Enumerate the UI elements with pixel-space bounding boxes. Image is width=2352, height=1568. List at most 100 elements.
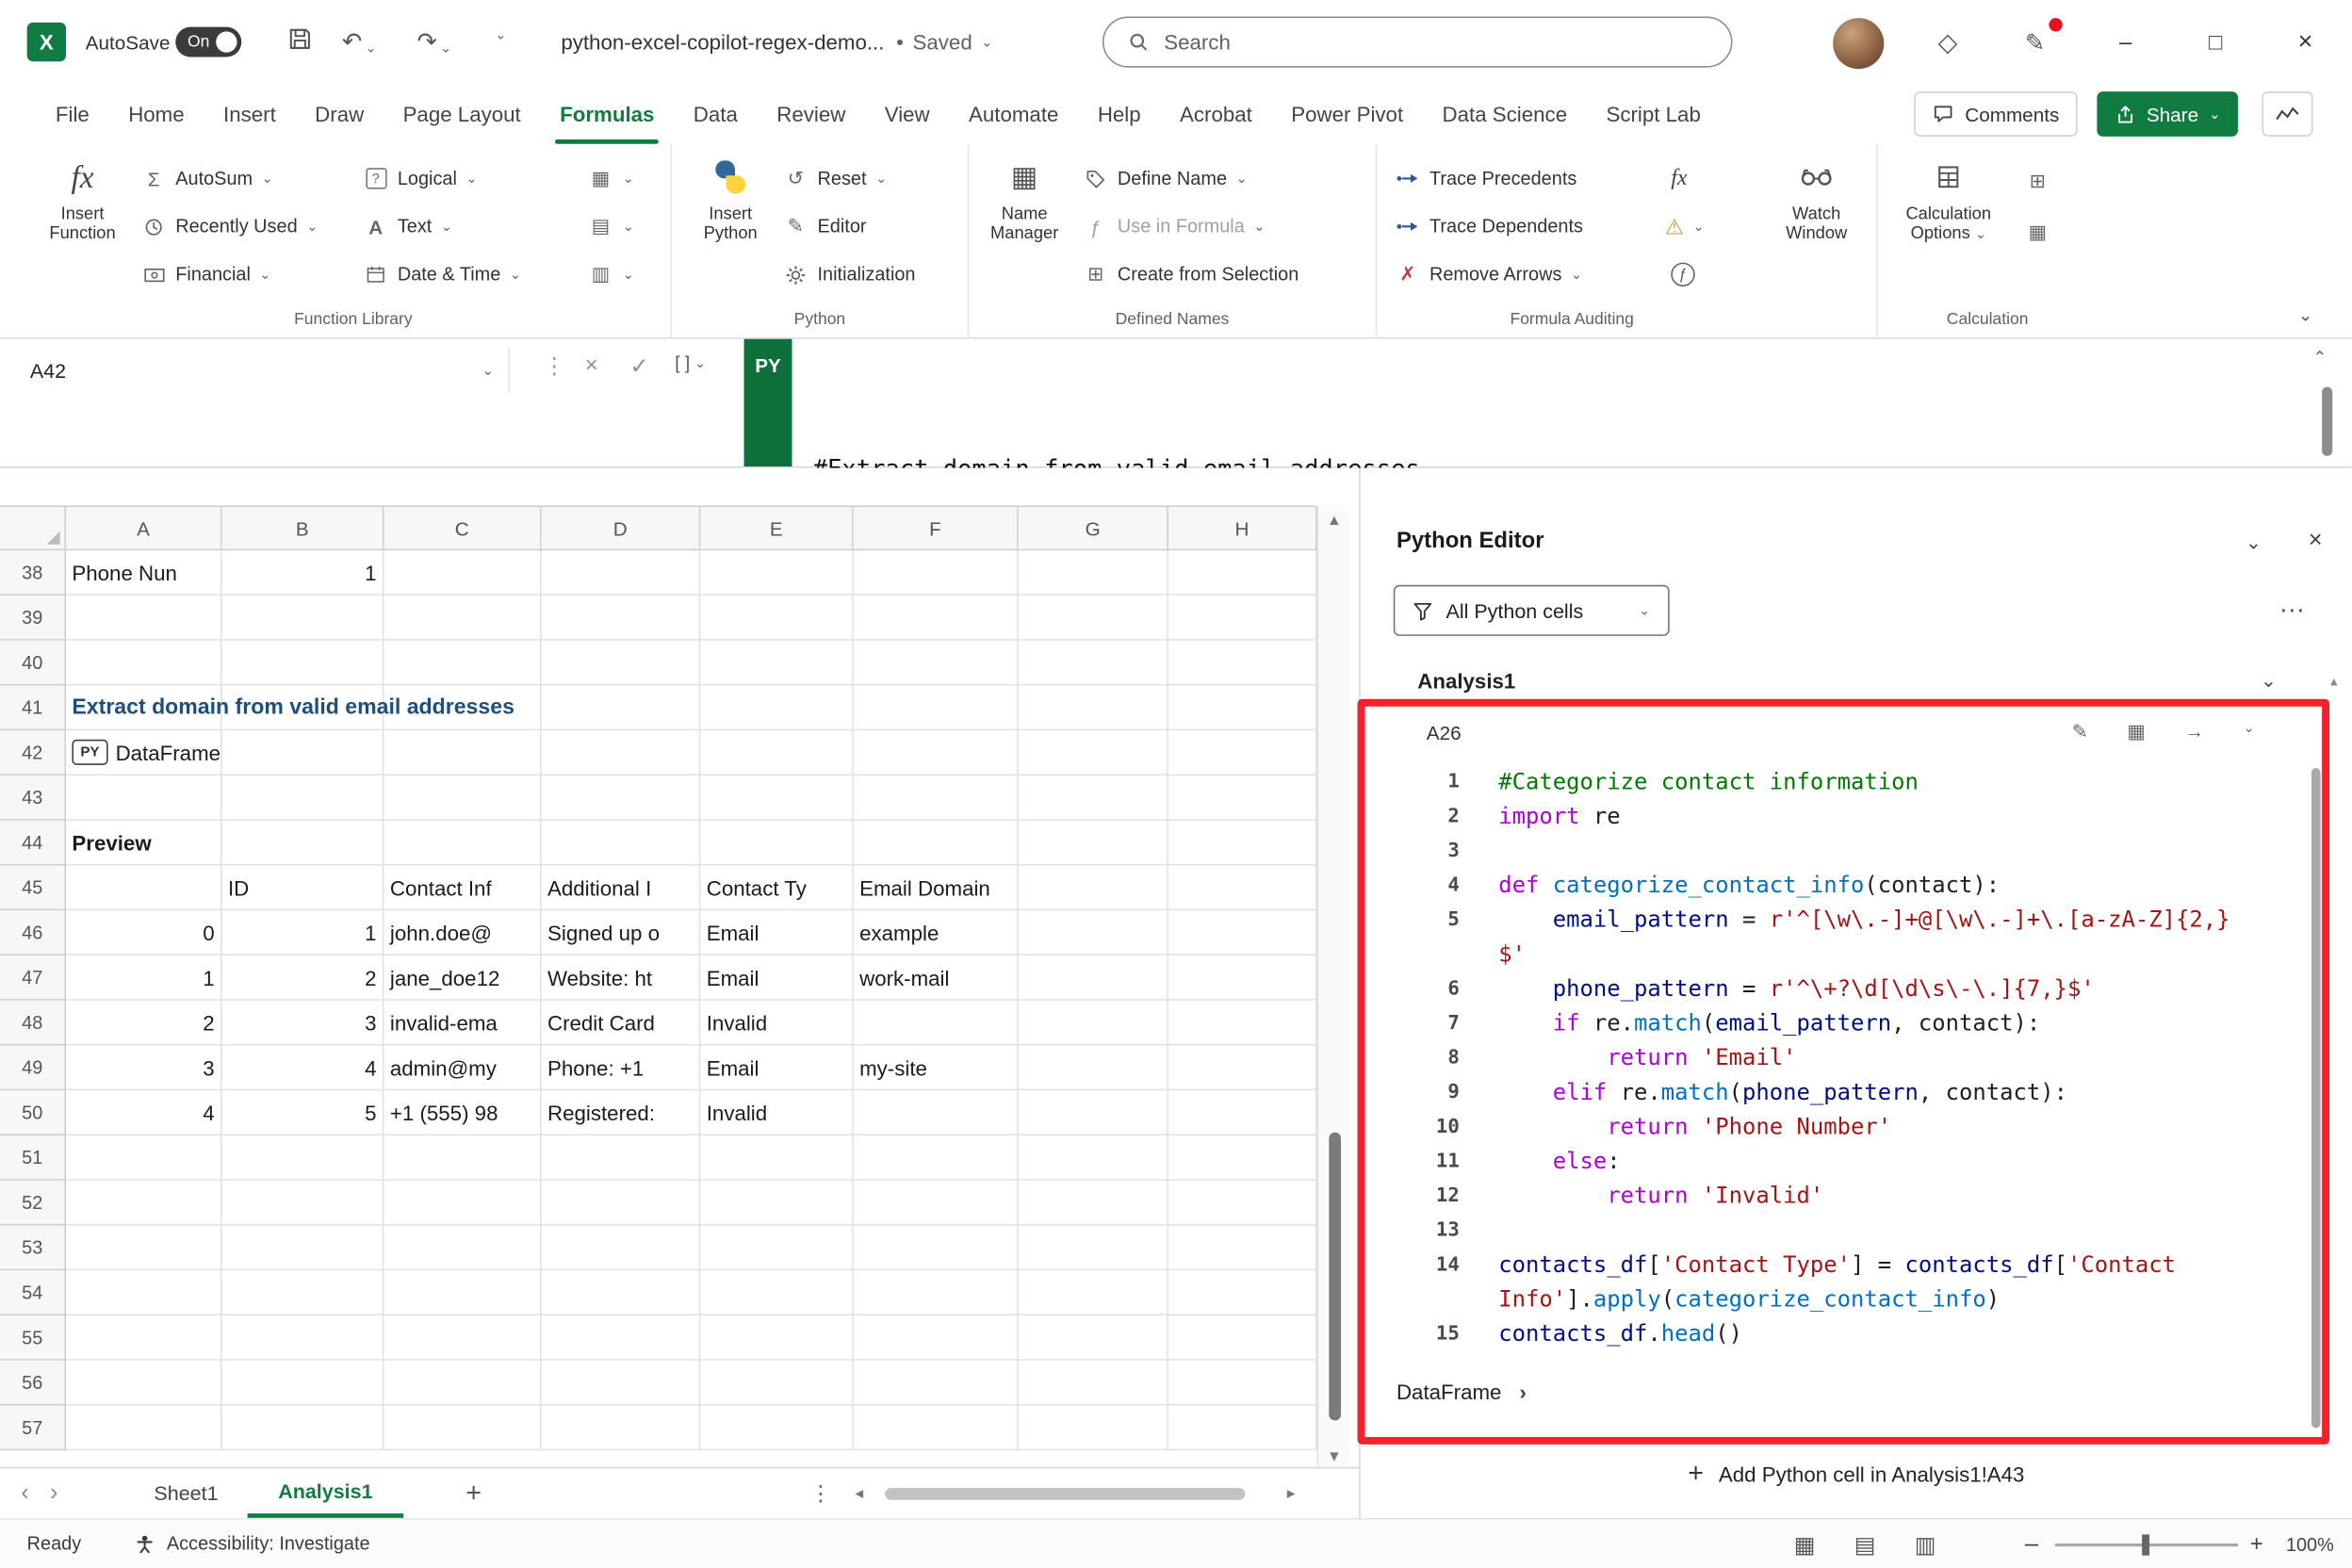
cell[interactable] xyxy=(1168,1181,1317,1226)
cell[interactable] xyxy=(222,1270,384,1315)
row-header-48[interactable]: 48 xyxy=(0,1001,66,1046)
calculate-sheet-button[interactable]: ▦ xyxy=(2025,213,2050,252)
cell[interactable] xyxy=(700,821,853,866)
cell[interactable] xyxy=(854,730,1019,776)
cell[interactable] xyxy=(66,776,222,821)
row-header-53[interactable]: 53 xyxy=(0,1226,66,1271)
vertical-scrollbar[interactable]: ▲ ▼ xyxy=(1317,505,1350,1473)
tab-file[interactable]: File xyxy=(36,84,108,144)
cell[interactable]: Credit Card xyxy=(542,1001,701,1046)
cell[interactable] xyxy=(384,821,542,866)
cell[interactable] xyxy=(222,1406,384,1451)
cell[interactable]: Contact Ty xyxy=(700,865,853,910)
cell[interactable]: Phone: +1 xyxy=(542,1045,701,1090)
table-icon[interactable]: ▦ xyxy=(2127,720,2146,743)
cell[interactable] xyxy=(384,1181,542,1226)
cell[interactable]: 1 xyxy=(66,956,222,1001)
cell[interactable] xyxy=(1019,685,1168,730)
cell[interactable] xyxy=(384,596,542,641)
minimize-button[interactable]: – xyxy=(2103,21,2148,63)
tab-draw[interactable]: Draw xyxy=(295,84,383,144)
cell[interactable] xyxy=(700,550,853,596)
cell[interactable] xyxy=(854,1001,1019,1046)
cell[interactable] xyxy=(700,730,853,776)
cell[interactable] xyxy=(222,1226,384,1271)
cell[interactable]: Phone Nun xyxy=(66,550,222,596)
cell[interactable]: 5 xyxy=(222,1090,384,1135)
cell[interactable] xyxy=(700,776,853,821)
cell[interactable]: Contact Inf xyxy=(384,865,542,910)
cell[interactable] xyxy=(1168,865,1317,910)
cell[interactable]: ID xyxy=(222,865,384,910)
avatar[interactable] xyxy=(1833,18,1884,69)
cell[interactable] xyxy=(542,1226,701,1271)
cell[interactable] xyxy=(700,1181,853,1226)
column-header-f[interactable]: F xyxy=(854,505,1019,550)
share-button[interactable]: Share ⌄ xyxy=(2097,91,2238,137)
cell[interactable] xyxy=(854,1090,1019,1135)
cell[interactable] xyxy=(700,1361,853,1406)
cell[interactable] xyxy=(384,1226,542,1271)
cell[interactable] xyxy=(1168,776,1317,821)
row-header-52[interactable]: 52 xyxy=(0,1181,66,1226)
cell[interactable] xyxy=(384,730,542,776)
cell[interactable]: Extract domain from valid email addresse… xyxy=(66,685,222,730)
cell[interactable]: Email xyxy=(700,956,853,1001)
cell[interactable] xyxy=(1019,1001,1168,1046)
cell[interactable] xyxy=(222,1315,384,1361)
excel-logo-icon[interactable]: X xyxy=(27,23,66,61)
cell[interactable] xyxy=(66,1181,222,1226)
sheet-tab-analysis1[interactable]: Analysis1 xyxy=(248,1468,402,1518)
text-button[interactable]: AText⌄ xyxy=(363,207,452,246)
cell[interactable] xyxy=(384,1406,542,1451)
cell[interactable] xyxy=(854,1270,1019,1315)
cell[interactable] xyxy=(1019,1226,1168,1271)
hscroll-thumb[interactable] xyxy=(885,1488,1245,1500)
cell[interactable] xyxy=(542,596,701,641)
cell[interactable] xyxy=(542,1181,701,1226)
cell[interactable]: jane_doe12 xyxy=(384,956,542,1001)
maximize-button[interactable]: □ xyxy=(2193,21,2238,63)
collapse-ribbon-button[interactable]: ⌄ xyxy=(2298,304,2313,325)
formula-scroll-up-button[interactable]: ⌃ xyxy=(2313,348,2328,368)
cell[interactable]: Preview xyxy=(66,821,222,866)
cell[interactable]: 1 xyxy=(222,910,384,956)
formula-scrollbar-thumb[interactable] xyxy=(2322,387,2332,456)
panel-scroll-up-icon[interactable]: ▲ xyxy=(2328,675,2340,688)
cell[interactable] xyxy=(1168,596,1317,641)
cell[interactable] xyxy=(542,1406,701,1451)
column-header-g[interactable]: G xyxy=(1019,505,1168,550)
row-header-47[interactable]: 47 xyxy=(0,956,66,1001)
page-break-button[interactable]: ▥ xyxy=(1915,1530,1936,1558)
show-formulas-button[interactable]: fx xyxy=(1671,159,1687,198)
cell[interactable] xyxy=(854,1315,1019,1361)
zoom-in-button[interactable]: + xyxy=(2250,1519,2263,1568)
cell[interactable] xyxy=(542,1270,701,1315)
cell[interactable]: Website: ht xyxy=(542,956,701,1001)
cell[interactable]: Invalid xyxy=(700,1090,853,1135)
row-header-38[interactable]: 38 xyxy=(0,550,66,596)
search-box[interactable]: Search xyxy=(1102,17,1733,68)
cell[interactable] xyxy=(1019,1135,1168,1181)
cell[interactable]: 3 xyxy=(66,1045,222,1090)
comments-button[interactable]: Comments xyxy=(1914,91,2077,137)
save-button[interactable] xyxy=(288,27,312,51)
tab-review[interactable]: Review xyxy=(758,84,865,144)
cell[interactable] xyxy=(1019,865,1168,910)
cell[interactable] xyxy=(384,641,542,686)
insert-python-button[interactable]: InsertPython xyxy=(684,156,777,245)
zoom-slider-thumb[interactable] xyxy=(2142,1534,2149,1555)
diamond-icon[interactable]: ◇ xyxy=(1938,28,1958,58)
cell[interactable] xyxy=(700,641,853,686)
cell[interactable] xyxy=(542,550,701,596)
tab-insert[interactable]: Insert xyxy=(204,84,295,144)
autosave-toggle[interactable]: On xyxy=(175,27,241,57)
row-header-55[interactable]: 55 xyxy=(0,1315,66,1361)
formula-bar-splitter[interactable]: ⋮ xyxy=(543,352,565,380)
column-header-e[interactable]: E xyxy=(700,505,853,550)
cell[interactable] xyxy=(1019,1045,1168,1090)
select-all-corner[interactable] xyxy=(0,505,66,550)
cell[interactable] xyxy=(1168,1270,1317,1315)
scrollbar-thumb[interactable] xyxy=(1329,1133,1341,1421)
cell[interactable] xyxy=(700,1226,853,1271)
